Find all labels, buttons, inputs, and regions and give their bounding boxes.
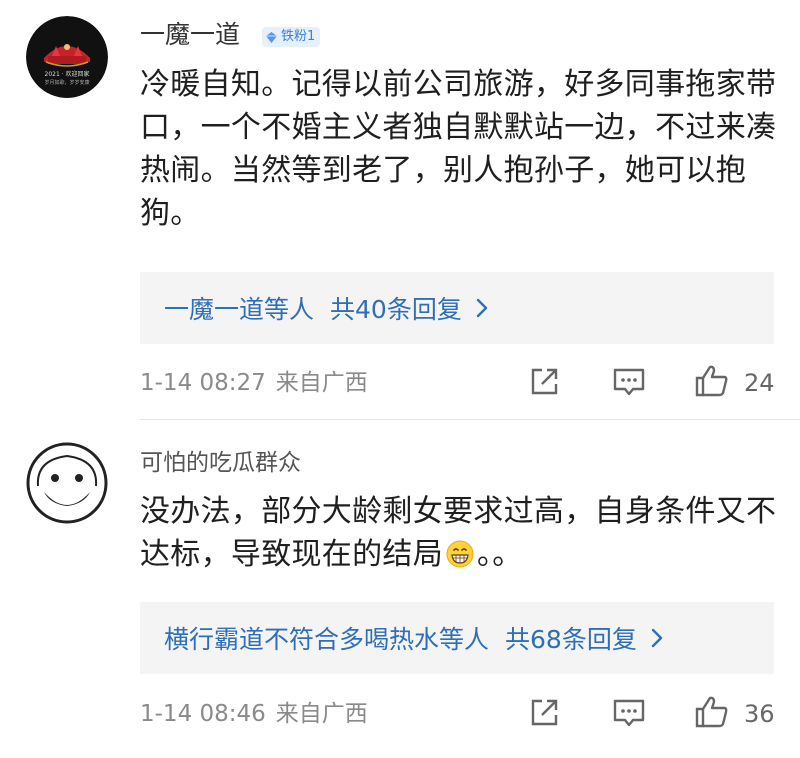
like-count: 24 (744, 369, 775, 397)
comment-text: 冷暖自知。记得以前公司旅游，好多同事拖家带口，一个不婚主义者独自默默站一边，不过… (140, 67, 777, 231)
timestamp: 1-14 08:27 (140, 370, 266, 396)
replies-link[interactable]: 一魔一道等人 共40条回复 (140, 272, 774, 344)
comment-meta: 1-14 08:46 来自广西 (140, 699, 368, 729)
comment-meta: 1-14 08:27 来自广西 (140, 368, 368, 398)
replies-count: 共40条回复 (330, 295, 462, 324)
share-icon[interactable] (528, 697, 560, 733)
avatar-caption-2: 岁月如歌，岁岁安康 (44, 79, 89, 86)
thumbs-up-icon[interactable] (694, 364, 730, 402)
fan-badge[interactable]: 铁粉1 (262, 27, 321, 47)
comment-icon[interactable] (612, 697, 646, 733)
username[interactable]: 可怕的吃瓜群众 (140, 446, 301, 480)
username[interactable]: 一魔一道 (140, 18, 240, 52)
comment-text: 没办法，部分大龄剩女要求过高，自身条件又不达标，导致现在的结局。。 (140, 490, 780, 580)
chevron-right-icon (651, 628, 663, 648)
comment-icon[interactable] (612, 366, 646, 402)
replies-count: 共68条回复 (505, 625, 637, 654)
comment-item: 可怕的吃瓜群众 没办法，部分大龄剩女要求过高，自身条件又不达标，导致现在的结局。… (0, 420, 800, 758)
replies-link[interactable]: 横行霸道不符合多喝热水等人 共68条回复 (140, 602, 774, 674)
chevron-right-icon (476, 298, 488, 318)
like-count: 36 (744, 700, 775, 728)
location: 来自广西 (275, 370, 368, 396)
avatar[interactable] (26, 442, 108, 524)
avatar[interactable]: 2021 · 欢迎回家 岁月如歌，岁岁安康 (26, 16, 108, 98)
replies-authors: 横行霸道不符合多喝热水等人 (164, 625, 490, 654)
replies-authors: 一魔一道等人 (164, 295, 315, 324)
share-icon[interactable] (528, 366, 560, 402)
comment-text-tail: 。。 (477, 537, 523, 572)
comment-item: 2021 · 欢迎回家 岁月如歌，岁岁安康 一魔一道 铁粉1 冷暖自知。记得以前… (0, 0, 800, 420)
timestamp: 1-14 08:46 (140, 701, 266, 727)
grinning-face-emoji (446, 537, 474, 580)
thumbs-up-icon[interactable] (694, 695, 730, 733)
badge-label: 铁粉1 (281, 29, 316, 44)
diamond-icon (265, 31, 278, 44)
avatar-caption-1: 2021 · 欢迎回家 (45, 70, 90, 78)
location: 来自广西 (275, 701, 368, 727)
